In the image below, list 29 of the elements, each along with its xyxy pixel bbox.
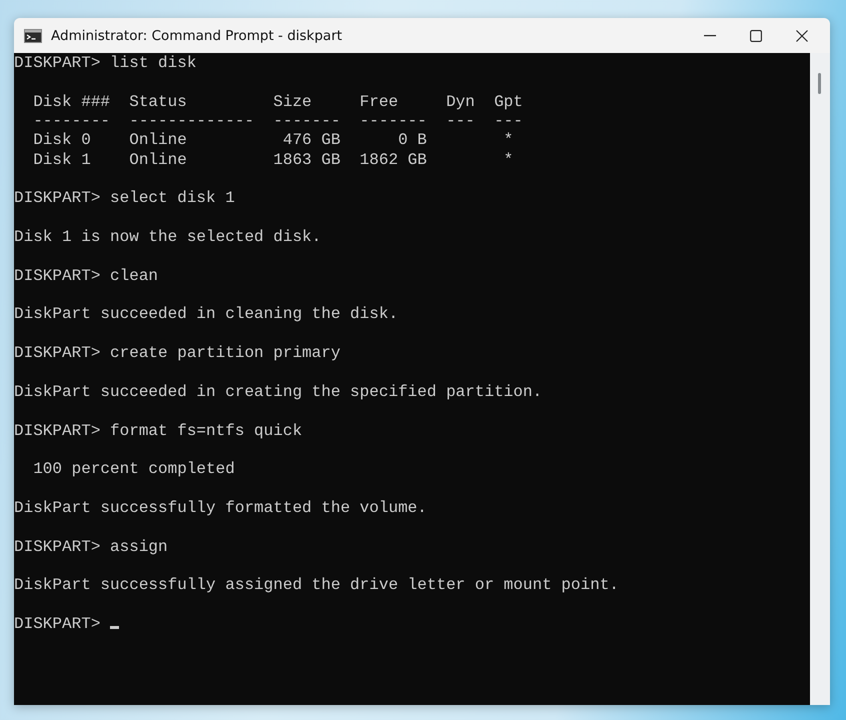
command-text: clean [110,266,158,285]
output-text: Disk 0 Online 476 GB 0 B * [32,131,514,150]
maximize-icon[interactable] [750,30,762,42]
output-text: DiskPart succeeded in cleaning the disk. [14,305,398,324]
minimize-icon[interactable] [704,34,716,36]
output-text: 100 percent completed [32,460,235,478]
scrollbar-thumb[interactable] [818,73,821,94]
prompt: DISKPART> [14,266,100,285]
window-title: Administrator: Command Prompt - diskpart [51,28,342,44]
output-text: -------- ------------- ------- ------- --- --- [32,112,523,130]
prompt: DISKPART> [14,189,100,208]
prompt: DISKPART> [14,344,100,362]
command-text: format fs=ntfs quick [110,422,302,440]
terminal-icon [24,28,42,42]
output-text: Disk ### Status Size Free Dyn Gpt [32,92,523,111]
prompt: DISKPART> [14,422,100,440]
output-text: DiskPart successfully assigned the drive letter or mount point. [14,576,619,594]
prompt: DISKPART> [14,538,100,556]
output-text: DiskPart successfully formatted the volume. [14,498,427,517]
prompt: DISKPART> [14,614,100,633]
output-text: Disk 1 is now the selected disk. [14,228,322,246]
prompt: DISKPART> [14,54,100,72]
command-text: list disk [110,54,196,72]
output-text: DiskPart succeeded in creating the specified partition. [14,382,542,401]
command-text: assign [110,538,168,556]
output-text: Disk 1 Online 1863 GB 1862 GB * [32,150,514,169]
command-text: select disk 1 [110,189,235,208]
command-text: create partition primary [110,344,340,362]
close-icon[interactable] [796,30,808,42]
